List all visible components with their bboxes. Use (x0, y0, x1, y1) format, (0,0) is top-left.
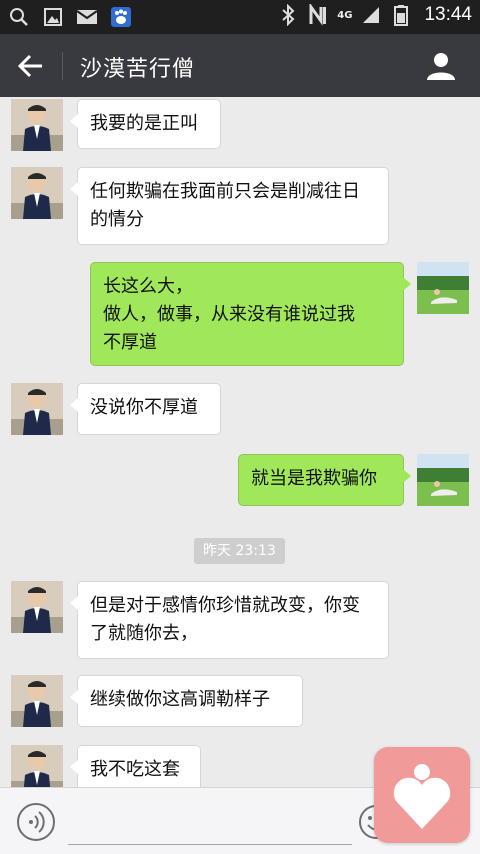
arrow-left-icon (17, 54, 42, 78)
message-bubble-outgoing[interactable]: 长这么大， 做人，做事，从来没有谁说过我 不厚道 (90, 262, 411, 366)
chat-info-button[interactable] (424, 50, 458, 82)
contact-avatar[interactable] (11, 167, 63, 219)
my-avatar[interactable] (417, 454, 469, 506)
search-icon (8, 6, 30, 28)
message-line: 长这么大， (103, 276, 193, 297)
message-input[interactable] (68, 798, 352, 845)
signal-icon (360, 4, 382, 26)
bluetooth-icon (277, 4, 299, 26)
message-bubble-incoming[interactable]: 但是对于感情你珍惜就改变，你变了就随你去， (70, 581, 389, 659)
message-bubble-incoming[interactable]: 没说你不厚道 (70, 383, 221, 435)
status-left-icons (8, 6, 132, 28)
status-right-icons: 4G 13:44 (277, 4, 472, 26)
timestamp-divider: 昨天 23:13 (194, 538, 285, 564)
my-avatar[interactable] (417, 262, 469, 314)
nfc-icon (307, 4, 329, 26)
mail-icon (76, 6, 98, 28)
message-list[interactable]: 我要的是正叫 任何欺骗在我面前只会是削减往日的情分 长这么大， 做人，做事，从来… (0, 97, 480, 797)
heart-person-icon (393, 764, 451, 829)
voice-button[interactable] (16, 802, 56, 842)
voice-icon (17, 803, 55, 841)
clock: 13:44 (424, 4, 472, 25)
page-title: 沙漠苦行僧 (80, 57, 196, 82)
contact-avatar[interactable] (11, 675, 63, 727)
network-type: 4G (337, 9, 353, 21)
floating-heart-button[interactable] (374, 747, 470, 843)
message-bubble-incoming[interactable]: 继续做你这高调勒样子 (70, 675, 303, 727)
status-bar: 4G 13:44 (0, 0, 480, 34)
baidu-paw-icon (110, 6, 132, 28)
message-bubble-incoming[interactable]: 我要的是正叫 (70, 99, 221, 149)
back-button[interactable] (14, 50, 48, 82)
contact-avatar[interactable] (11, 383, 63, 435)
battery-icon (390, 4, 412, 26)
person-icon (427, 53, 455, 80)
message-bubble-outgoing[interactable]: 就当是我欺骗你 (238, 454, 411, 506)
header-divider (62, 52, 63, 80)
message-line: 做人，做事，从来没有谁说过我 (103, 304, 355, 325)
contact-avatar[interactable] (11, 581, 63, 633)
contact-avatar[interactable] (11, 99, 63, 151)
message-bubble-incoming[interactable]: 任何欺骗在我面前只会是削减往日的情分 (70, 167, 389, 245)
chat-header: 沙漠苦行僧 (0, 34, 480, 97)
message-line: 不厚道 (103, 332, 157, 353)
gallery-icon (42, 6, 64, 28)
